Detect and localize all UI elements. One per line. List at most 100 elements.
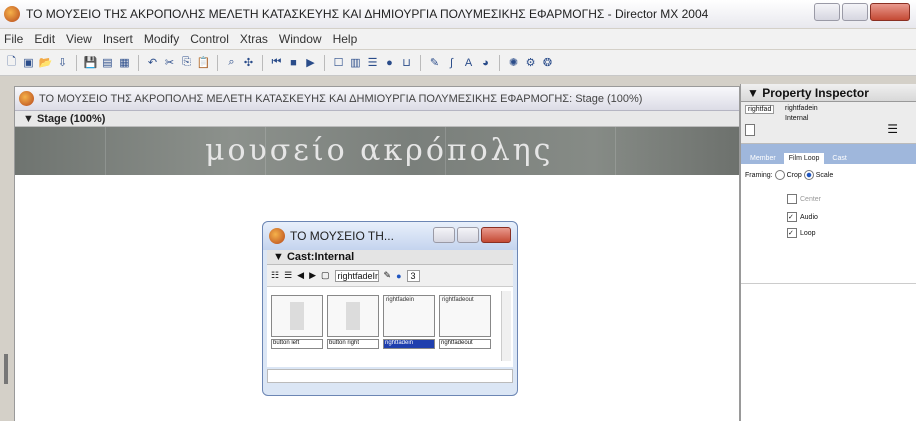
- dock-grip[interactable]: [4, 354, 8, 384]
- list-view-icon[interactable]: ☰: [887, 122, 898, 136]
- member-mini-label: rightfadein: [386, 297, 415, 303]
- find-icon[interactable]: ⌕: [224, 55, 239, 70]
- member-cast: Internal: [785, 115, 809, 122]
- director-icon: [19, 91, 34, 106]
- menu-help[interactable]: Help: [333, 32, 358, 46]
- tab-member[interactable]: Member: [745, 153, 781, 164]
- member-type-icon[interactable]: ▢: [321, 270, 330, 281]
- cast-member[interactable]: rightfadein: [383, 295, 435, 337]
- menu-file[interactable]: File: [4, 32, 23, 46]
- member-thumbnail: [290, 302, 304, 330]
- save-all-icon[interactable]: ▤: [100, 55, 115, 70]
- toolbar-divider: [138, 54, 139, 71]
- copy-icon[interactable]: ⎘: [179, 55, 194, 70]
- list-view-icon[interactable]: ☰: [284, 270, 292, 281]
- member-name-field[interactable]: rightfadeIn: [334, 269, 379, 282]
- tab-film-loop[interactable]: Film Loop: [783, 153, 825, 164]
- tab-cast[interactable]: Cast: [827, 153, 851, 164]
- cast-maximize-button[interactable]: [457, 227, 479, 243]
- toolbar-divider: [262, 54, 263, 71]
- cast-window-icon[interactable]: ☰: [365, 55, 380, 70]
- toolbar-divider: [499, 54, 500, 71]
- cast-title-bar[interactable]: ΤΟ ΜΟΥΣΕΙΟ ΤΗ...: [263, 222, 517, 250]
- close-button[interactable]: [870, 3, 910, 21]
- menu-modify[interactable]: Modify: [144, 32, 179, 46]
- cast-member-label: button right: [327, 339, 379, 349]
- info-icon[interactable]: ●: [396, 271, 401, 281]
- xtras-icon[interactable]: ⚙: [523, 55, 538, 70]
- cast-member[interactable]: [327, 295, 379, 337]
- center-label: Center: [800, 195, 822, 203]
- import-icon[interactable]: ⇩: [55, 55, 70, 70]
- property-inspector-header[interactable]: ▼ Property Inspector: [741, 84, 916, 102]
- menu-xtras[interactable]: Xtras: [240, 32, 268, 46]
- member-name-box[interactable]: rightfad: [745, 105, 775, 114]
- paint-icon[interactable]: ✎: [427, 55, 442, 70]
- cast-minimize-button[interactable]: [433, 227, 455, 243]
- loop-row: ✓ Loop: [787, 228, 816, 238]
- view-style-icon[interactable]: ☷: [271, 270, 279, 281]
- library-icon[interactable]: ●: [382, 55, 397, 70]
- cast-member-label-selected: rightfadein: [383, 339, 435, 349]
- cast-member[interactable]: [271, 295, 323, 337]
- minimize-button[interactable]: [814, 3, 840, 21]
- stop-icon[interactable]: ■: [286, 55, 301, 70]
- help-icon[interactable]: ❂: [540, 55, 555, 70]
- cast-panel-header[interactable]: ▼ Cast:Internal: [267, 250, 513, 265]
- cast-member[interactable]: rightfadeout: [439, 295, 491, 337]
- cast-title: ΤΟ ΜΟΥΣΕΙΟ ΤΗ...: [290, 229, 394, 243]
- menu-control[interactable]: Control: [190, 32, 229, 46]
- cast-close-button[interactable]: [481, 227, 511, 243]
- cast-window: ΤΟ ΜΟΥΣΕΙΟ ΤΗ... ▼ Cast:Internal ☷ ☰ ◀ ▶…: [262, 221, 518, 396]
- cast-member-grid: button left button right rightfadein rig…: [267, 287, 513, 367]
- cast-vertical-scrollbar[interactable]: [501, 291, 511, 361]
- toolbar: 🗋 ▣ 📂 ⇩ 💾 ▤ ▦ ↶ ✂ ⎘ 📋 ⌕ ✣ ⏮ ■ ▶ ☐ ▥ ☰ ● …: [0, 50, 916, 76]
- script-window-icon[interactable]: ⊔: [399, 55, 414, 70]
- stage-panel-header[interactable]: ▼ Stage (100%): [15, 111, 739, 127]
- cast-window-controls: [433, 227, 511, 243]
- cut-icon[interactable]: ✂: [162, 55, 177, 70]
- publish-icon[interactable]: ▦: [117, 55, 132, 70]
- stage-window-icon[interactable]: ☐: [331, 55, 346, 70]
- text-icon[interactable]: A: [461, 55, 476, 70]
- new-cast-icon[interactable]: ▣: [21, 55, 36, 70]
- center-checkbox[interactable]: [787, 194, 797, 204]
- menu-bar: File Edit View Insert Modify Control Xtr…: [0, 29, 916, 49]
- cast-member-label: button left: [271, 339, 323, 349]
- stage-title-bar[interactable]: ΤΟ ΜΟΥΣΕΙΟ ΤΗΣ ΑΚΡΟΠΟΛΗΣ ΜΕΛΕΤΗ ΚΑΤΑΣΚΕΥ…: [15, 87, 739, 111]
- scale-radio[interactable]: [803, 170, 814, 180]
- stage-banner: μουσείο ακρόπολης: [15, 127, 739, 175]
- align-icon[interactable]: ✣: [241, 55, 256, 70]
- undo-icon[interactable]: ↶: [145, 55, 160, 70]
- next-member-icon[interactable]: ▶: [309, 270, 316, 281]
- rewind-icon[interactable]: ⏮: [269, 55, 284, 70]
- script-icon[interactable]: ✎: [384, 270, 392, 281]
- shockwave-icon[interactable]: ◕: [478, 55, 493, 70]
- member-mini-label: rightfadeout: [442, 297, 474, 303]
- score-window-icon[interactable]: ▥: [348, 55, 363, 70]
- member-value: rightfadein: [785, 105, 818, 112]
- menu-window[interactable]: Window: [279, 32, 322, 46]
- audio-label: Audio: [800, 213, 818, 221]
- crop-radio[interactable]: [774, 170, 785, 180]
- framing-row: Framing: Crop Scale: [745, 170, 833, 180]
- menu-view[interactable]: View: [66, 32, 92, 46]
- open-icon[interactable]: 📂: [38, 55, 53, 70]
- vector-icon[interactable]: ∫: [444, 55, 459, 70]
- menu-insert[interactable]: Insert: [103, 32, 133, 46]
- framing-label: Framing:: [745, 171, 773, 179]
- audio-row: ✓ Audio: [787, 212, 818, 222]
- maximize-button[interactable]: [842, 3, 868, 21]
- app-title: ΤΟ ΜΟΥΣΕΙΟ ΤΗΣ ΑΚΡΟΠΟΛΗΣ ΜΕΛΕΤΗ ΚΑΤΑΣΚΕΥ…: [26, 7, 709, 21]
- behavior-icon[interactable]: ✺: [506, 55, 521, 70]
- new-movie-icon[interactable]: 🗋: [4, 55, 19, 70]
- toolbar-divider: [217, 54, 218, 71]
- menu-edit[interactable]: Edit: [34, 32, 55, 46]
- loop-checkbox[interactable]: ✓: [787, 228, 797, 238]
- paste-icon[interactable]: 📋: [196, 55, 211, 70]
- save-icon[interactable]: 💾: [83, 55, 98, 70]
- prev-member-icon[interactable]: ◀: [297, 270, 304, 281]
- audio-checkbox[interactable]: ✓: [787, 212, 797, 222]
- cast-horizontal-scrollbar[interactable]: [267, 369, 513, 383]
- play-icon[interactable]: ▶: [303, 55, 318, 70]
